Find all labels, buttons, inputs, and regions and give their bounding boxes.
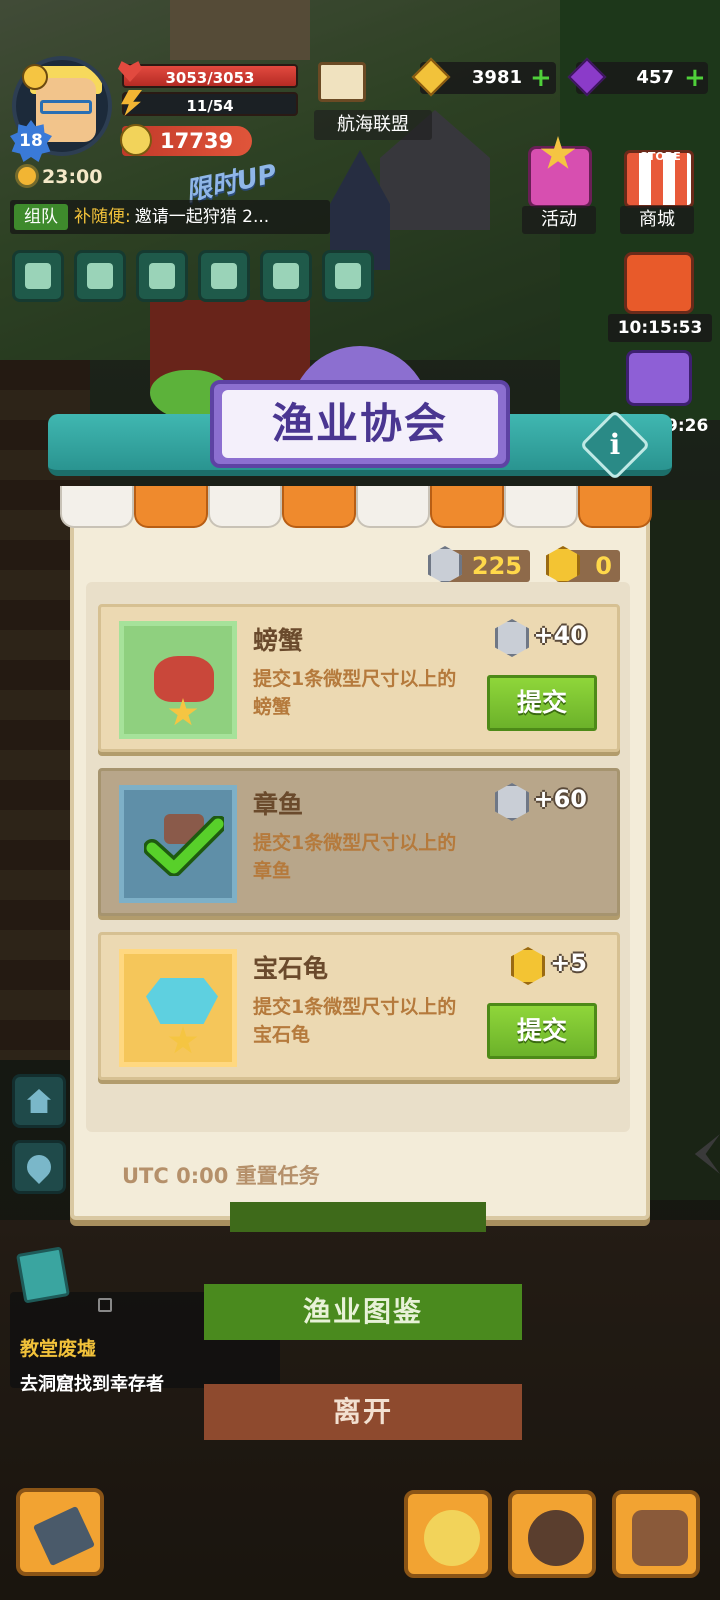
awning-stripe <box>60 486 134 528</box>
store-tag: STORE <box>640 150 681 163</box>
checkmark-icon <box>144 816 224 876</box>
fullscreen-button[interactable] <box>12 250 64 302</box>
activity-button-label[interactable]: 活动 <box>522 206 596 234</box>
coin-icon <box>120 124 152 156</box>
star-icon <box>168 698 198 726</box>
chest-timer: 9:26 <box>666 416 709 436</box>
hammer-icon <box>32 1505 96 1567</box>
alert-icon <box>22 64 48 90</box>
crab-icon <box>154 656 214 702</box>
silver-medal-icon <box>495 783 529 821</box>
add-gold-button[interactable]: + <box>530 65 552 91</box>
awning-stripe <box>430 486 504 528</box>
character-icon <box>424 1510 480 1566</box>
quest-name: 宝石龟 <box>253 954 329 983</box>
awning-stripe <box>578 486 652 528</box>
quest-reward: +60 <box>533 785 587 813</box>
expand-icon <box>25 263 51 289</box>
gem-chest-icon[interactable] <box>626 350 692 406</box>
alliance-book-icon[interactable] <box>318 62 366 102</box>
reset-note: UTC 0:00 重置任务 <box>122 1164 320 1188</box>
quest-card-gem-turtle: 宝石龟 提交1条微型尺寸以上的宝石龟 +5 提交 <box>98 932 620 1080</box>
pets-icon <box>528 1510 584 1566</box>
gold-medal-icon <box>511 947 545 985</box>
octopus-thumbnail <box>119 785 237 903</box>
location-button[interactable] <box>12 1140 66 1194</box>
submit-crab-button[interactable]: 提交 <box>487 675 597 731</box>
crab-thumbnail <box>119 621 237 739</box>
team-chat-bar[interactable]: 组队 补随便: 邀请一起狩猎 2... <box>10 200 330 234</box>
hp-bar: 3053/3053 <box>122 64 298 88</box>
home-button[interactable] <box>12 1074 66 1128</box>
gift-timer: 10:15:53 <box>608 314 712 342</box>
energy-bar: 11/54 <box>122 92 298 116</box>
sun-icon <box>18 167 36 185</box>
map-button[interactable] <box>260 250 312 302</box>
character-button[interactable] <box>404 1490 492 1578</box>
quest-description: 提交1条微型尺寸以上的宝石龟 <box>253 996 457 1046</box>
id-card-button[interactable] <box>322 250 374 302</box>
quest-card-octopus: 章鱼 提交1条微型尺寸以上的章鱼 +60 <box>98 768 620 916</box>
alliance-button[interactable]: 航海联盟 <box>314 110 432 140</box>
backpack-icon <box>632 1510 688 1566</box>
friends-button[interactable] <box>136 250 188 302</box>
backpack-button[interactable] <box>612 1490 700 1578</box>
team-sender: 补随便: <box>74 207 131 227</box>
game-time: 23:00 <box>42 166 103 188</box>
build-button[interactable] <box>16 1488 104 1576</box>
store-button-label[interactable]: 商城 <box>620 206 694 234</box>
timed-gift-icon[interactable] <box>624 252 694 314</box>
quest-reward: +5 <box>550 949 587 977</box>
gem-turtle-thumbnail <box>119 949 237 1067</box>
location-pin-icon <box>22 1150 56 1184</box>
chat-button[interactable] <box>198 250 250 302</box>
map-icon <box>273 263 299 289</box>
chat-icon <box>211 263 237 289</box>
id-card-icon <box>335 263 361 289</box>
silver-medal-icon <box>495 619 529 657</box>
mail-button[interactable] <box>74 250 126 302</box>
leave-button[interactable]: 离开 <box>222 1384 504 1440</box>
gem-turtle-icon <box>146 978 218 1024</box>
quest-card-crab: 螃蟹 提交1条微型尺寸以上的螃蟹 +40 提交 <box>98 604 620 752</box>
fish-guide-button[interactable]: 渔业图鉴 <box>222 1284 504 1340</box>
home-icon <box>27 1089 51 1113</box>
team-message: 邀请一起狩猎 2... <box>134 207 270 227</box>
submit-gem-turtle-button[interactable]: 提交 <box>487 1003 597 1059</box>
quest-name: 章鱼 <box>253 790 304 819</box>
info-icon: i <box>609 428 621 461</box>
add-gems-button[interactable]: + <box>684 65 706 91</box>
hidden-button-behind-modal <box>230 1202 486 1232</box>
quest-checkbox[interactable] <box>98 1298 112 1312</box>
game-clock: 23:00 <box>18 166 102 188</box>
mail-icon <box>87 263 113 289</box>
team-tag: 组队 <box>14 204 68 230</box>
star-icon <box>168 1026 198 1054</box>
avatar-glasses <box>40 100 92 114</box>
quest-reward: +40 <box>533 621 587 649</box>
quest-log-icon[interactable] <box>16 1246 70 1304</box>
awning-stripe <box>356 486 430 528</box>
quest-description: 提交1条微型尺寸以上的螃蟹 <box>253 668 457 718</box>
tracker-title: 教堂废墟 <box>20 1338 97 1360</box>
quest-name: 螃蟹 <box>253 626 304 655</box>
friends-icon <box>149 263 175 289</box>
tracker-description: 去洞窟找到幸存者 <box>20 1374 164 1395</box>
awning-stripe <box>282 486 356 528</box>
awning-stripe <box>134 486 208 528</box>
awning-stripe <box>208 486 282 528</box>
awning-stripe <box>504 486 578 528</box>
pets-button[interactable] <box>508 1490 596 1578</box>
quest-description: 提交1条微型尺寸以上的章鱼 <box>253 832 457 882</box>
modal-title: 渔业协会 <box>222 390 498 458</box>
